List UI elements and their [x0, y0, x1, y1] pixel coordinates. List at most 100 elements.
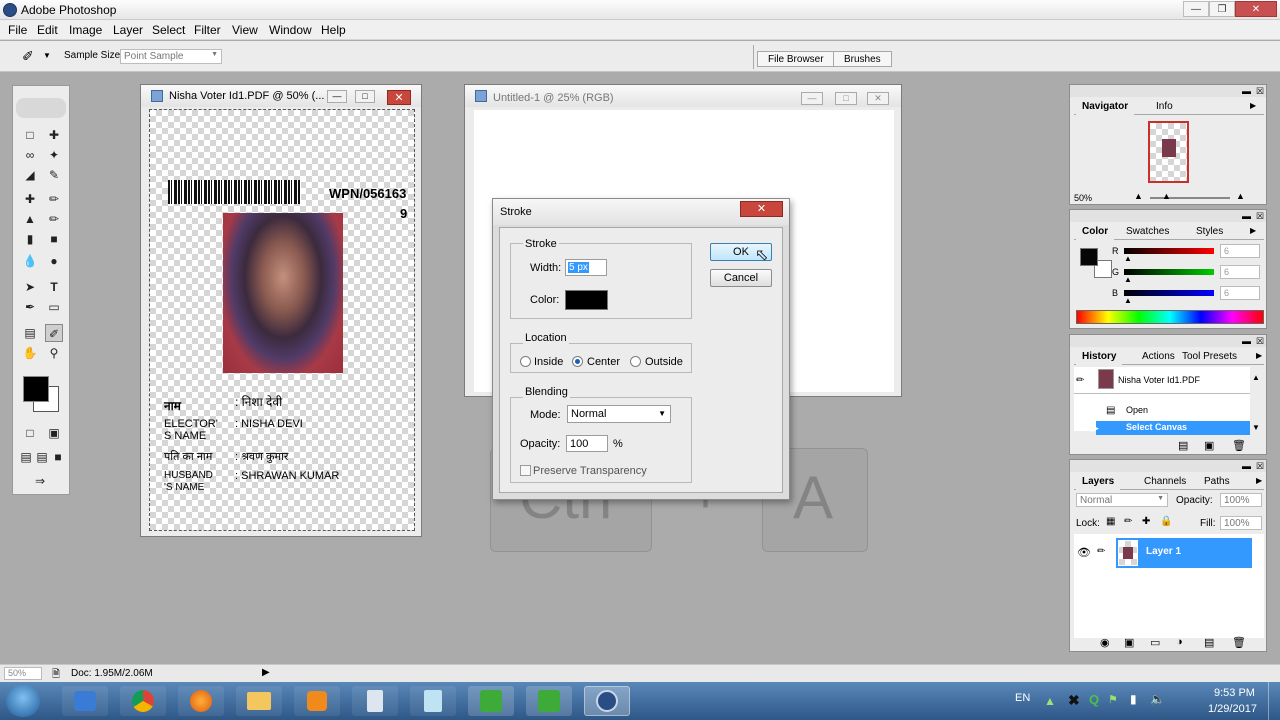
new-document-from-state-icon[interactable]: ▤ — [1178, 439, 1188, 452]
magic-wand-icon[interactable]: ✦ — [45, 146, 63, 164]
cancel-button[interactable]: Cancel — [710, 269, 772, 287]
taskbar-chrome-icon[interactable] — [120, 686, 166, 716]
panel-minimize-icon[interactable]: ▬ — [1242, 86, 1251, 96]
taskbar-calculator-icon[interactable] — [352, 686, 398, 716]
chevron-down-icon[interactable]: ▼ — [43, 51, 51, 60]
green-value-input[interactable]: 6 — [1220, 265, 1260, 279]
taskbar-firefox-icon[interactable] — [178, 686, 224, 716]
show-desktop-button[interactable] — [1268, 682, 1280, 720]
new-snapshot-icon[interactable]: ▣ — [1204, 439, 1214, 452]
move-tool-icon[interactable]: ✚ — [45, 126, 63, 144]
taskbar-camtasia-recorder-icon[interactable] — [526, 686, 572, 716]
menu-edit[interactable]: Edit — [37, 23, 58, 37]
canvas[interactable]: WPN/056163 9 नाम : निशा देवी ELECTOR' S … — [149, 109, 415, 531]
tray-signal-icon[interactable]: ▮ — [1130, 692, 1137, 706]
tab-channels[interactable]: Channels — [1138, 474, 1192, 490]
gradient-tool-icon[interactable]: ■ — [45, 230, 63, 248]
stamp-tool-icon[interactable]: ▲ — [21, 210, 39, 228]
red-slider-handle[interactable]: ▲ — [1124, 254, 1132, 263]
tray-flag-icon[interactable]: ⚑ — [1108, 693, 1118, 706]
eyedropper-tool-icon[interactable]: ✐ — [45, 324, 63, 342]
color-spectrum-bar[interactable] — [1076, 310, 1264, 324]
clock-date[interactable]: 1/29/2017 — [1208, 703, 1257, 715]
tab-info[interactable]: Info — [1150, 99, 1179, 115]
quick-mask-icon[interactable]: ▣ — [45, 424, 63, 442]
lock-transparency-icon[interactable]: ▦ — [1106, 516, 1115, 527]
menu-help[interactable]: Help — [321, 23, 346, 37]
menu-window[interactable]: Window — [269, 23, 312, 37]
inside-radio[interactable] — [520, 356, 531, 367]
layer-row-selected[interactable]: Layer 1 — [1116, 538, 1252, 568]
brushes-tab[interactable]: Brushes — [833, 51, 892, 67]
panel-minimize-icon[interactable]: ▬ — [1242, 461, 1251, 471]
opacity-input[interactable]: 100 — [566, 435, 608, 452]
snapshot-name[interactable]: Nisha Voter Id1.PDF — [1118, 375, 1200, 385]
history-item-selected[interactable]: Select Canvas — [1096, 421, 1250, 435]
dialog-close-button[interactable]: ✕ — [740, 201, 783, 217]
layer-mask-icon[interactable]: ▣ — [1124, 636, 1134, 649]
scroll-down-icon[interactable]: ▼ — [1252, 423, 1260, 432]
crop-tool-icon[interactable]: ◢ — [21, 166, 39, 184]
dodge-tool-icon[interactable]: ● — [45, 252, 63, 270]
slice-tool-icon[interactable]: ✎ — [45, 166, 63, 184]
panel-close-icon[interactable]: ☒ — [1256, 211, 1264, 222]
maximize-button[interactable]: □ — [355, 90, 375, 103]
menu-layer[interactable]: Layer — [113, 23, 143, 37]
healing-brush-icon[interactable]: ✚ — [21, 190, 39, 208]
status-menu-arrow-icon[interactable]: ▶ — [262, 667, 270, 678]
close-button[interactable]: ✕ — [1235, 1, 1277, 17]
layer-visibility-eye-icon[interactable]: 👁 — [1077, 546, 1091, 559]
tab-history[interactable]: History — [1076, 349, 1123, 365]
lock-image-icon[interactable]: ✏ — [1124, 516, 1132, 527]
tab-color[interactable]: Color — [1076, 224, 1115, 240]
tray-close-icon[interactable]: ✖ — [1068, 692, 1080, 709]
tab-layers[interactable]: Layers — [1076, 474, 1121, 490]
status-zoom[interactable]: 50% — [4, 667, 42, 680]
history-brush-icon[interactable]: ✏ — [45, 210, 63, 228]
new-layer-icon[interactable]: ▤ — [1204, 636, 1214, 649]
lock-all-icon[interactable]: 🔒 — [1160, 516, 1172, 527]
lock-position-icon[interactable]: ✚ — [1142, 516, 1150, 527]
eraser-tool-icon[interactable]: ▮ — [21, 230, 39, 248]
blue-value-input[interactable]: 6 — [1220, 286, 1260, 300]
panel-close-icon[interactable]: ☒ — [1256, 336, 1264, 347]
taskbar-outlook-icon[interactable] — [62, 686, 108, 716]
path-selection-icon[interactable]: ➤ — [21, 278, 39, 296]
standard-mode-icon[interactable]: □ — [21, 424, 39, 442]
jump-to-imageready-icon[interactable]: ⇒ — [25, 472, 55, 490]
screen-mode-full-icon[interactable]: ■ — [49, 448, 67, 466]
tab-swatches[interactable]: Swatches — [1120, 224, 1175, 240]
history-brush-source-icon[interactable]: ✏ — [1076, 375, 1084, 386]
sample-size-select[interactable]: Point Sample ▼ — [120, 49, 222, 64]
navigator-zoom-value[interactable]: 50% — [1074, 193, 1092, 203]
type-tool-icon[interactable]: T — [45, 278, 63, 296]
notes-tool-icon[interactable]: ▤ — [21, 324, 39, 342]
panel-menu-icon[interactable]: ▶ — [1250, 101, 1256, 110]
zoom-slider-handle[interactable]: ▲ — [1162, 191, 1171, 201]
blue-slider-handle[interactable]: ▲ — [1124, 296, 1132, 305]
blur-tool-icon[interactable]: 💧 — [21, 252, 39, 270]
taskbar-explorer-icon[interactable] — [236, 686, 282, 716]
document-window-voter-id[interactable]: Nisha Voter Id1.PDF @ 50% (... — □ ✕ WPN… — [140, 84, 422, 537]
taskbar-photoshop-icon[interactable] — [584, 686, 630, 716]
minimize-button[interactable]: — — [1183, 1, 1209, 17]
foreground-color-swatch[interactable] — [1080, 248, 1098, 266]
tab-tool-presets[interactable]: Tool Presets — [1176, 349, 1243, 365]
tab-actions[interactable]: Actions — [1136, 349, 1181, 365]
close-button[interactable]: ✕ — [387, 90, 411, 105]
shape-tool-icon[interactable]: ▭ — [45, 298, 63, 316]
panel-minimize-icon[interactable]: ▬ — [1242, 211, 1251, 221]
zoom-out-icon[interactable]: ▲ — [1134, 191, 1143, 201]
width-input[interactable]: 5 px — [565, 259, 607, 276]
panel-close-icon[interactable]: ☒ — [1256, 86, 1264, 97]
preserve-transparency-checkbox[interactable] — [520, 465, 531, 476]
trash-icon[interactable]: 🗑 — [1232, 636, 1246, 649]
menu-select[interactable]: Select — [152, 23, 185, 37]
green-slider-handle[interactable]: ▲ — [1124, 275, 1132, 284]
language-indicator[interactable]: EN — [1015, 692, 1030, 704]
blend-mode-select[interactable]: Normal ▼ — [1076, 493, 1168, 507]
start-button[interactable] — [6, 685, 40, 717]
restore-button[interactable]: ❐ — [1209, 1, 1235, 17]
menu-file[interactable]: File — [8, 23, 27, 37]
history-item-open[interactable]: Open — [1126, 405, 1148, 415]
